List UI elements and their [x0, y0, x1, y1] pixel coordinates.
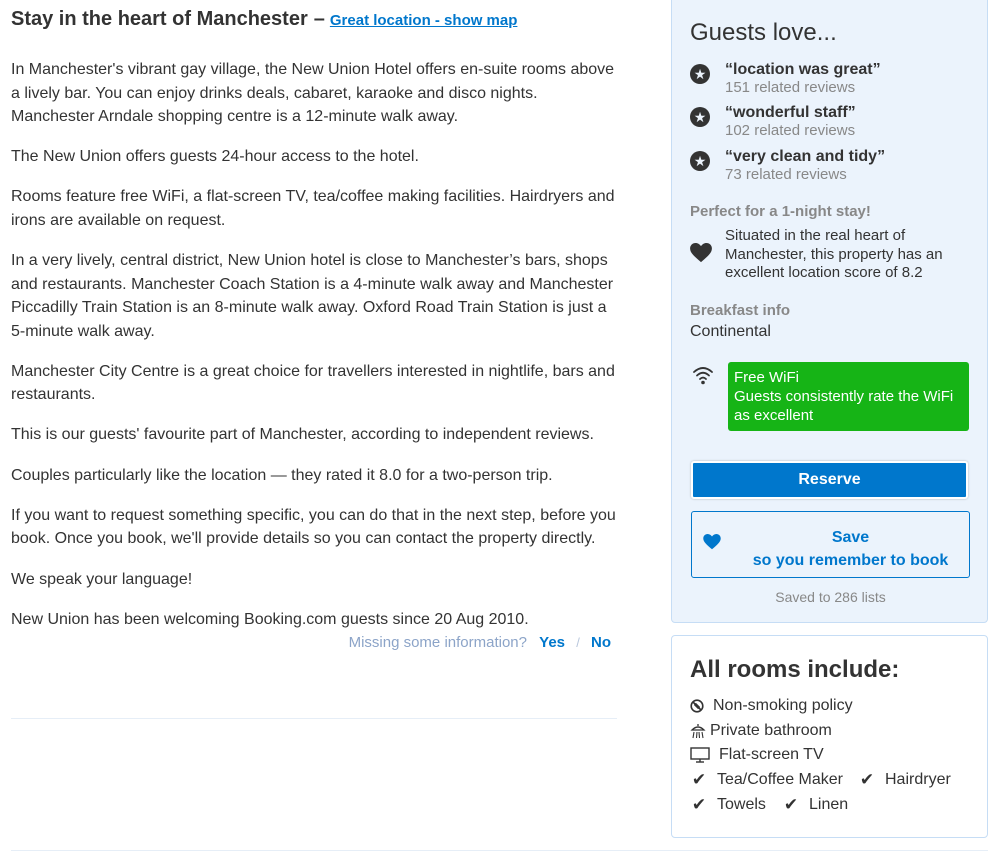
missing-info-feedback: Missing some information? Yes / No — [11, 634, 617, 656]
description-paragraph: Couples particularly like the location —… — [11, 466, 553, 484]
reserve-button[interactable]: Reserve — [691, 461, 968, 499]
save-label: Save so you remember to book — [732, 526, 969, 572]
facility-label: Non-smoking policy — [713, 697, 853, 714]
facility-label: Flat-screen TV — [719, 746, 824, 763]
facility-item: Private bathroom — [690, 721, 832, 741]
related-reviews-count: 151 related reviews — [725, 79, 856, 96]
all-rooms-include-panel: All rooms include: Non-smoking policy Pr… — [671, 635, 988, 838]
property-description-section: Stay in the heart of Manchester – Great … — [11, 0, 617, 656]
show-map-link[interactable]: Great location - show map — [330, 12, 518, 29]
related-reviews-count: 102 related reviews — [725, 122, 856, 139]
facility-item: Non-smoking policy — [690, 696, 853, 716]
description-paragraph: In a very lively, central district, New … — [11, 252, 614, 340]
wifi-badge: Free WiFi Guests consistently rate the W… — [728, 362, 969, 431]
one-night-stay-heading: Perfect for a 1-night stay! — [690, 203, 871, 220]
description-paragraph: Manchester City Centre is a great choice… — [11, 362, 615, 404]
facility-label: Tea/Coffee Maker — [717, 771, 843, 788]
description-body: In Manchester's vibrant gay village, the… — [11, 58, 617, 631]
tv-icon — [690, 747, 710, 763]
check-icon: ✔ — [783, 795, 799, 814]
facility-label: Towels — [717, 796, 766, 813]
related-reviews-count: 73 related reviews — [725, 166, 847, 183]
star-circle-icon: ★ — [690, 107, 710, 127]
title-dash: – — [313, 8, 325, 30]
star-circle-icon: ★ — [690, 64, 710, 84]
no-smoking-icon — [690, 699, 704, 713]
check-icon: ✔ — [691, 795, 707, 814]
wifi-text: Guests consistently rate the WiFi as exc… — [734, 388, 954, 424]
guests-love-item: ★ “location was great” 151 related revie… — [690, 61, 881, 97]
missing-info-question: Missing some information? — [348, 634, 527, 652]
title-row: Stay in the heart of Manchester – Great … — [11, 8, 617, 36]
guests-love-title: Guests love... — [690, 19, 837, 46]
guests-love-quote: “very clean and tidy” — [725, 148, 886, 165]
guests-love-quote: “location was great” — [725, 61, 881, 78]
description-paragraph: We speak your language! — [11, 570, 193, 588]
facility-item: ✔ Linen — [782, 795, 848, 815]
save-label-line2: so you remember to book — [752, 552, 949, 569]
check-icon: ✔ — [691, 770, 707, 789]
one-night-stay-row: Situated in the real heart of Manchester… — [690, 227, 965, 283]
facility-label: Linen — [809, 796, 849, 813]
guests-love-quote: “wonderful staff” — [725, 104, 856, 121]
property-highlights-panel: Guests love... ★ “location was great” 15… — [671, 0, 988, 623]
save-to-list-button[interactable]: Save so you remember to book — [691, 511, 970, 578]
divider — [11, 718, 617, 719]
breakfast-value: Continental — [690, 323, 771, 340]
check-icon: ✔ — [859, 770, 875, 789]
guests-love-item: ★ “wonderful staff” 102 related reviews — [690, 104, 856, 140]
page-title: Stay in the heart of Manchester — [11, 8, 308, 30]
feedback-yes-link[interactable]: Yes — [539, 634, 565, 651]
saved-to-lists-count: Saved to 286 lists — [775, 589, 886, 605]
wifi-highlight: Free WiFi Guests consistently rate the W… — [690, 362, 969, 431]
description-paragraph: Rooms feature free WiFi, a flat-screen T… — [11, 188, 615, 229]
description-paragraph: This is our guests' favourite part of Ma… — [11, 426, 594, 444]
facility-item: ✔ Towels — [690, 795, 766, 815]
breakfast-info-heading: Breakfast info — [690, 302, 791, 319]
star-circle-icon: ★ — [690, 151, 710, 171]
description-paragraph: The New Union offers guests 24-hour acce… — [11, 148, 419, 166]
heart-icon — [703, 534, 721, 554]
feedback-separator: / — [576, 635, 580, 651]
facility-label: Private bathroom — [710, 722, 832, 739]
guests-love-item: ★ “very clean and tidy” 73 related revie… — [690, 148, 885, 184]
facility-item: ✔ Hairdryer — [858, 770, 951, 790]
facility-item: Flat-screen TV — [690, 745, 824, 765]
facility-label: Hairdryer — [885, 771, 951, 788]
save-label-line1: Save — [831, 529, 870, 546]
feedback-no-link[interactable]: No — [591, 634, 611, 651]
wifi-icon — [690, 362, 728, 431]
rooms-include-title: All rooms include: — [690, 656, 900, 683]
shower-icon — [690, 723, 706, 739]
description-paragraph: If you want to request something specifi… — [11, 506, 616, 548]
wifi-title: Free WiFi — [734, 369, 799, 386]
heart-icon — [690, 242, 714, 267]
welcoming-since-text: New Union has been welcoming Booking.com… — [11, 610, 529, 628]
description-paragraph: In Manchester's vibrant gay village, the… — [11, 61, 615, 125]
divider — [11, 850, 988, 851]
one-night-stay-text: Situated in the real heart of Manchester… — [725, 227, 943, 281]
facility-item: ✔ Tea/Coffee Maker — [690, 770, 843, 790]
